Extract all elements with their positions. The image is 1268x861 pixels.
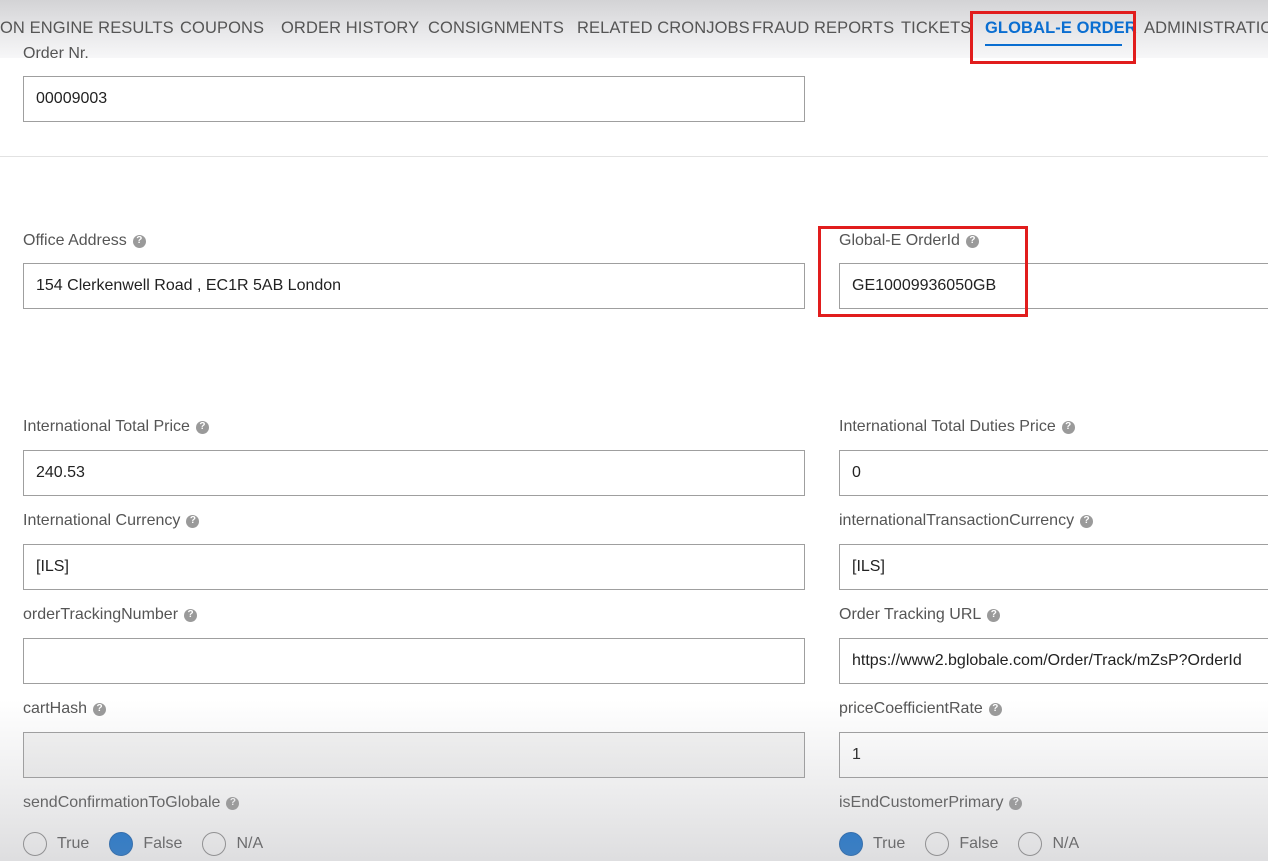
order-nr-label: Order Nr. bbox=[23, 45, 89, 62]
send-confirmation-false-radio[interactable]: False bbox=[109, 832, 182, 856]
question-circle-icon[interactable]: ? bbox=[1061, 420, 1075, 434]
tab-fraud-reports[interactable]: FRAUD REPORTS bbox=[752, 19, 894, 38]
question-circle-icon[interactable]: ? bbox=[184, 608, 198, 622]
question-circle-icon[interactable]: ? bbox=[226, 796, 240, 810]
tab-global-e-order[interactable]: GLOBAL-E ORDER bbox=[985, 19, 1137, 38]
intl-total-duties-field[interactable]: 0 bbox=[839, 450, 1268, 496]
intl-total-duties-label: International Total Duties Price ? bbox=[839, 418, 1075, 436]
send-confirmation-radio-group: True False N/A bbox=[23, 832, 283, 856]
tab-tickets[interactable]: TICKETS bbox=[901, 19, 971, 38]
radio-circle-selected[interactable] bbox=[839, 832, 863, 856]
intl-tx-currency-label: internationalTransactionCurrency ? bbox=[839, 512, 1094, 530]
question-circle-icon[interactable]: ? bbox=[1080, 514, 1094, 528]
price-coefficient-rate-field[interactable]: 1 bbox=[839, 732, 1268, 778]
send-confirmation-label: sendConfirmationToGlobale ? bbox=[23, 794, 240, 812]
section-divider bbox=[0, 156, 1268, 157]
question-circle-icon[interactable]: ? bbox=[132, 234, 146, 248]
question-circle-icon[interactable]: ? bbox=[93, 702, 107, 716]
is-end-customer-false-radio[interactable]: False bbox=[925, 832, 998, 856]
intl-currency-label: International Currency ? bbox=[23, 512, 200, 530]
cart-hash-label: cartHash ? bbox=[23, 700, 107, 718]
price-coefficient-rate-label: priceCoefficientRate ? bbox=[839, 700, 1002, 718]
question-circle-icon[interactable]: ? bbox=[1009, 796, 1023, 810]
order-tracking-url-field[interactable]: https://www2.bglobale.com/Order/Track/mZ… bbox=[839, 638, 1268, 684]
office-address-label: Office Address ? bbox=[23, 232, 146, 250]
intl-currency-field[interactable]: [ILS] bbox=[23, 544, 805, 590]
cart-hash-field[interactable] bbox=[23, 732, 805, 778]
tab-consignments[interactable]: CONSIGNMENTS bbox=[428, 19, 564, 38]
globale-orderid-field[interactable]: GE10009936050GB bbox=[839, 263, 1268, 309]
tab-order-history[interactable]: ORDER HISTORY bbox=[281, 19, 419, 38]
send-confirmation-true-radio[interactable]: True bbox=[23, 832, 89, 856]
radio-circle[interactable] bbox=[23, 832, 47, 856]
question-circle-icon[interactable]: ? bbox=[988, 702, 1002, 716]
is-end-customer-na-radio[interactable]: N/A bbox=[1018, 832, 1079, 856]
radio-circle[interactable] bbox=[925, 832, 950, 856]
tab-coupons[interactable]: COUPONS bbox=[180, 19, 264, 38]
office-address-field[interactable]: 154 Clerkenwell Road , EC1R 5AB London bbox=[23, 263, 805, 309]
globale-orderid-label: Global-E OrderId ? bbox=[839, 232, 979, 250]
question-circle-icon[interactable]: ? bbox=[965, 234, 979, 248]
intl-total-price-field[interactable]: 240.53 bbox=[23, 450, 805, 496]
send-confirmation-na-radio[interactable]: N/A bbox=[202, 832, 263, 856]
order-tracking-number-label: orderTrackingNumber ? bbox=[23, 606, 198, 624]
intl-total-price-label: International Total Price ? bbox=[23, 418, 209, 436]
order-tracking-number-field[interactable] bbox=[23, 638, 805, 684]
order-nr-field[interactable]: 00009003 bbox=[23, 76, 805, 122]
tab-related-cronjobs[interactable]: RELATED CRONJOBS bbox=[577, 19, 750, 38]
radio-circle-selected[interactable] bbox=[109, 832, 134, 856]
question-circle-icon[interactable]: ? bbox=[186, 514, 200, 528]
tab-bar: ON ENGINE RESULTS COUPONS ORDER HISTORY … bbox=[0, 0, 1268, 58]
is-end-customer-true-radio[interactable]: True bbox=[839, 832, 905, 856]
tab-promotion-engine-results[interactable]: ON ENGINE RESULTS bbox=[0, 19, 174, 38]
is-end-customer-primary-label: isEndCustomerPrimary ? bbox=[839, 794, 1023, 812]
question-circle-icon[interactable]: ? bbox=[987, 608, 1001, 622]
intl-tx-currency-field[interactable]: [ILS] bbox=[839, 544, 1268, 590]
question-circle-icon[interactable]: ? bbox=[195, 420, 209, 434]
order-tracking-url-label: Order Tracking URL ? bbox=[839, 606, 1001, 624]
radio-circle[interactable] bbox=[202, 832, 227, 856]
is-end-customer-primary-radio-group: True False N/A bbox=[839, 832, 1099, 856]
tab-administration[interactable]: ADMINISTRATION bbox=[1144, 19, 1268, 38]
radio-circle[interactable] bbox=[1018, 832, 1043, 856]
active-tab-indicator bbox=[985, 44, 1122, 46]
